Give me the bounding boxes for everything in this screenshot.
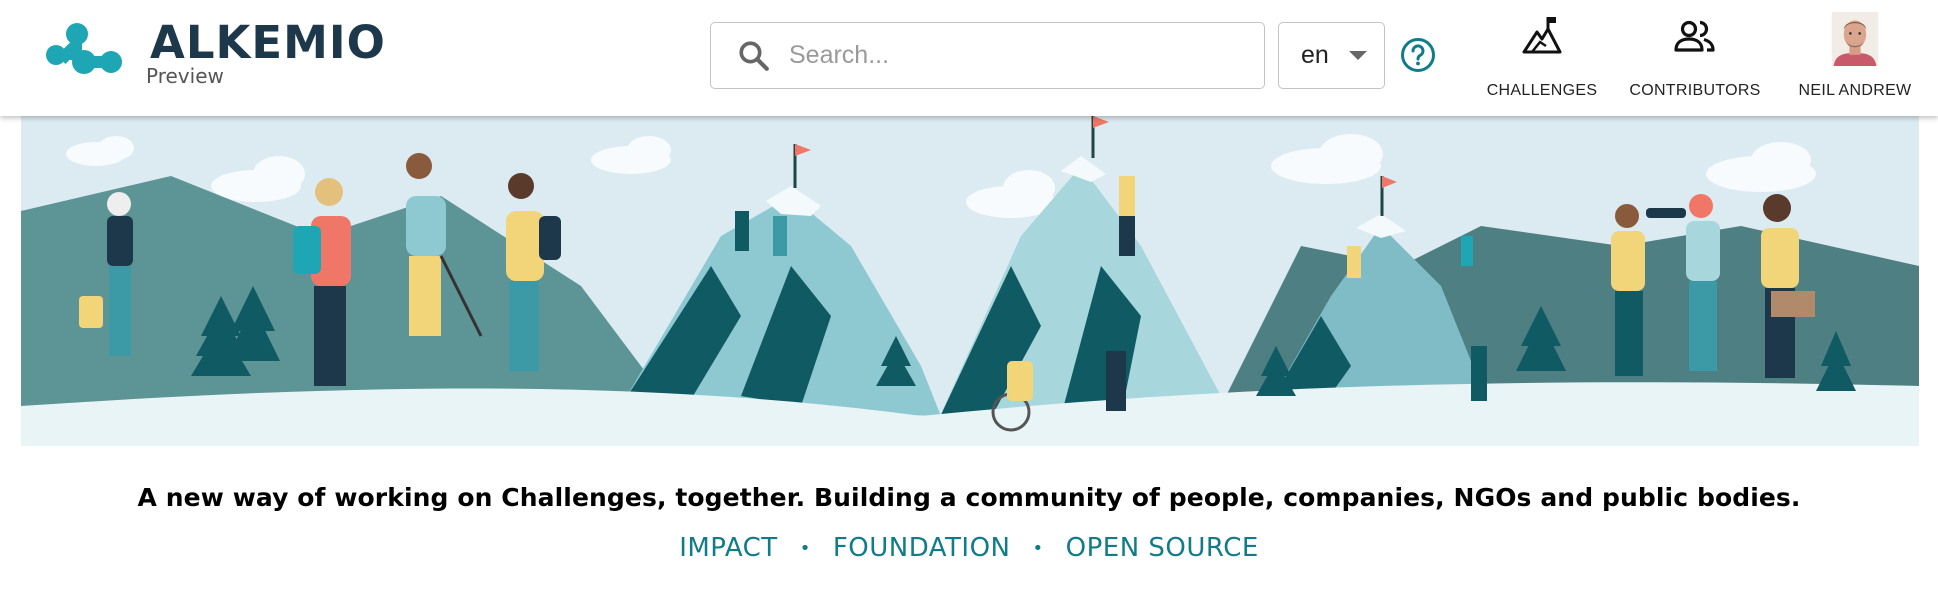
search-box[interactable] — [710, 22, 1265, 89]
link-separator: • — [1032, 537, 1044, 559]
top-navigation-bar: ALKEMIO Preview en CHALLENGES — [0, 0, 1938, 116]
mountain-climbers-illustration — [21, 116, 1919, 446]
avatar — [1831, 12, 1879, 66]
link-separator: • — [799, 537, 811, 559]
impact-link[interactable]: IMPACT — [679, 533, 777, 563]
nav-contributors-label: CONTRIBUTORS — [1629, 82, 1761, 99]
hero-banner-illustration — [21, 116, 1919, 446]
nav-challenges-button[interactable]: CHALLENGES — [1484, 10, 1600, 100]
open-source-link[interactable]: OPEN SOURCE — [1066, 533, 1259, 563]
help-circle-icon[interactable] — [1400, 37, 1436, 73]
language-select[interactable]: en — [1278, 22, 1385, 89]
language-value: en — [1301, 41, 1329, 69]
foundation-link[interactable]: FOUNDATION — [833, 533, 1011, 563]
nav-challenges-label: CHALLENGES — [1486, 82, 1598, 99]
alkemio-logo-icon — [46, 23, 122, 74]
nav-contributors-button[interactable]: CONTRIBUTORS — [1629, 10, 1761, 100]
footer-links: IMPACT • FOUNDATION • OPEN SOURCE — [0, 533, 1938, 563]
logo-wordmark: ALKEMIO — [150, 16, 386, 69]
alkemio-logo[interactable]: ALKEMIO Preview — [44, 16, 386, 88]
nav-user-label: NEIL ANDREW — [1798, 82, 1912, 99]
caret-down-icon — [1348, 51, 1367, 60]
search-icon — [739, 40, 769, 71]
mountain-flag-icon — [1522, 17, 1562, 54]
tagline: A new way of working on Challenges, toge… — [137, 483, 1801, 512]
nav-user-profile-button[interactable]: NEIL ANDREW — [1790, 10, 1920, 100]
search-input[interactable] — [789, 23, 1264, 88]
people-icon — [1674, 20, 1715, 52]
